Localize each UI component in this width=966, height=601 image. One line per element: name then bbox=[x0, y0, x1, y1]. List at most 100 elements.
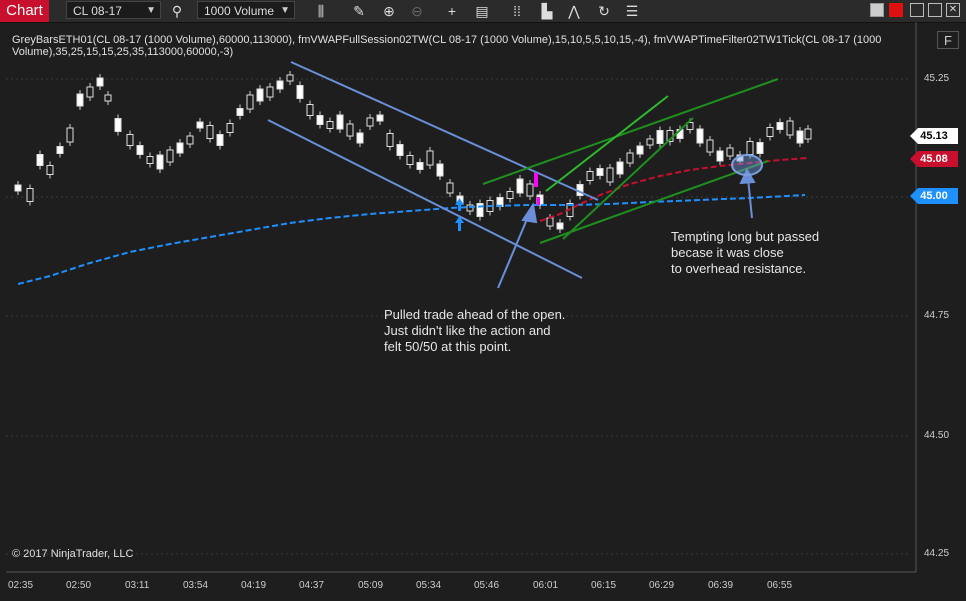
candle-body bbox=[376, 114, 384, 122]
candle-body bbox=[546, 217, 554, 227]
candle-body bbox=[766, 127, 774, 137]
x-tick: 04:37 bbox=[299, 580, 325, 591]
x-tick: 05:09 bbox=[358, 580, 384, 591]
candle-body bbox=[66, 127, 74, 143]
candle-body bbox=[306, 104, 314, 116]
candle-body bbox=[656, 130, 664, 144]
candle-body bbox=[756, 142, 764, 154]
copyright-text: © 2017 NinjaTrader, LLC bbox=[12, 548, 134, 560]
x-tick: 05:34 bbox=[416, 580, 442, 591]
note-line: Tempting long but passed bbox=[671, 229, 820, 244]
y-tick: 45.25 bbox=[924, 73, 950, 84]
vwap-full-price-badge: 45.00 bbox=[910, 188, 958, 204]
candle-body bbox=[356, 132, 364, 144]
candle-body bbox=[206, 125, 214, 139]
candle-body bbox=[706, 139, 714, 153]
candle-body bbox=[266, 86, 274, 98]
candle-body bbox=[46, 165, 54, 175]
candle-body bbox=[166, 149, 174, 163]
candle-body bbox=[176, 142, 184, 154]
note-line: Just didn't like the action and bbox=[384, 323, 551, 338]
candle-body bbox=[246, 94, 254, 110]
x-tick: 06:39 bbox=[708, 580, 734, 591]
candle-body bbox=[366, 117, 374, 127]
x-tick: 06:29 bbox=[649, 580, 675, 591]
candle-body bbox=[636, 145, 644, 155]
candle-body bbox=[326, 121, 334, 129]
candle-body bbox=[186, 135, 194, 145]
candle-body bbox=[114, 118, 122, 132]
candle-body bbox=[146, 156, 154, 164]
x-tick: 05:46 bbox=[474, 580, 500, 591]
candle-body bbox=[76, 93, 84, 107]
note-line: to overhead resistance. bbox=[671, 261, 807, 276]
candle-body bbox=[606, 167, 614, 183]
candle-body bbox=[276, 80, 284, 90]
candle-body bbox=[416, 162, 424, 170]
candle-body bbox=[36, 154, 44, 166]
indicator-legend: GreyBarsETH01(CL 08-17 (1000 Volume),600… bbox=[12, 34, 882, 58]
candle-body bbox=[226, 123, 234, 133]
candle-body bbox=[296, 85, 304, 99]
y-tick: 44.75 bbox=[924, 310, 950, 321]
candle-body bbox=[526, 183, 534, 197]
candle-body bbox=[126, 134, 134, 146]
x-tick: 02:35 bbox=[8, 580, 34, 591]
y-tick: 44.50 bbox=[924, 430, 950, 441]
candle-body bbox=[786, 120, 794, 136]
signal-marker-magenta bbox=[534, 173, 540, 205]
candle-body bbox=[56, 146, 64, 154]
candle-body bbox=[616, 161, 624, 175]
candle-body bbox=[386, 133, 394, 147]
trend-line-steep-2 bbox=[562, 117, 694, 240]
note-line: becase it was close bbox=[671, 245, 784, 260]
candle-body bbox=[26, 188, 34, 202]
candle-body bbox=[446, 182, 454, 194]
tempting-long-arrow bbox=[739, 167, 756, 219]
pulled-trade-note: Pulled trade ahead of the open. Just did… bbox=[384, 307, 565, 355]
candle-body bbox=[236, 108, 244, 116]
candle-body bbox=[746, 141, 754, 155]
note-line: felt 50/50 at this point. bbox=[384, 339, 512, 354]
candle-body bbox=[256, 88, 264, 102]
candle-body bbox=[506, 191, 514, 199]
candle-body bbox=[86, 86, 94, 98]
note-line: Pulled trade ahead of the open. bbox=[384, 307, 566, 322]
candle-body bbox=[104, 94, 112, 102]
candle-body bbox=[596, 168, 604, 176]
tempting-long-note: Tempting long but passed becase it was c… bbox=[671, 229, 819, 277]
candle-body bbox=[286, 74, 294, 82]
x-tick: 04:19 bbox=[241, 580, 267, 591]
candle-body bbox=[804, 128, 812, 140]
channel-lower-line bbox=[267, 119, 583, 279]
candle-body bbox=[346, 123, 354, 137]
candle-body bbox=[216, 134, 224, 146]
candle-body bbox=[426, 150, 434, 166]
x-tick: 03:54 bbox=[183, 580, 209, 591]
candle-body bbox=[196, 121, 204, 129]
candle-body bbox=[696, 128, 704, 144]
candle-body bbox=[516, 178, 524, 194]
candle-body bbox=[586, 171, 594, 181]
candle-body bbox=[646, 138, 654, 146]
channel-upper-line bbox=[290, 61, 599, 201]
x-tick: 06:01 bbox=[533, 580, 559, 591]
candle-body bbox=[776, 122, 784, 130]
highlight-ellipse bbox=[731, 154, 763, 176]
candle-body bbox=[136, 145, 144, 155]
candle-body bbox=[96, 77, 104, 87]
x-tick: 06:55 bbox=[767, 580, 793, 591]
candle-body bbox=[716, 150, 724, 162]
candle-body bbox=[396, 144, 404, 156]
candle-body bbox=[726, 147, 734, 157]
candles bbox=[14, 71, 812, 233]
x-tick: 06:15 bbox=[591, 580, 617, 591]
candle-body bbox=[406, 155, 414, 165]
y-tick: 44.25 bbox=[924, 548, 950, 559]
x-tick: 03:11 bbox=[125, 580, 150, 591]
candle-body bbox=[556, 222, 564, 230]
pulled-trade-arrow bbox=[497, 202, 538, 289]
candle-body bbox=[436, 163, 444, 177]
vwap-filter-price-badge: 45.08 bbox=[910, 151, 958, 167]
candle-body bbox=[14, 184, 22, 192]
